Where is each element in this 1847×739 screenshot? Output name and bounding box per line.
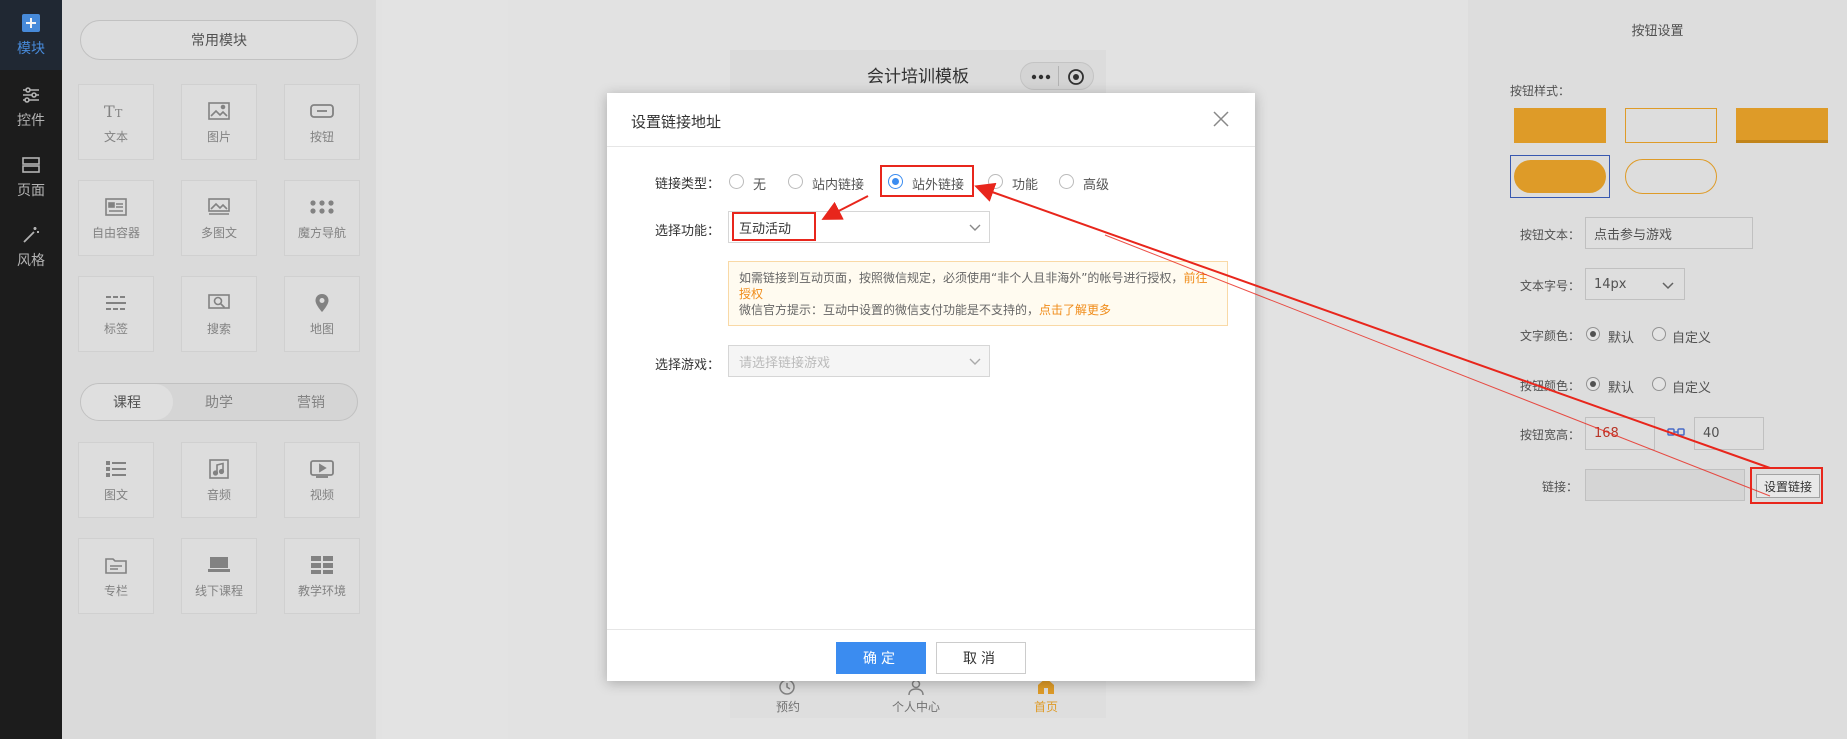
- type-internal-radio[interactable]: [788, 174, 803, 189]
- learn-more-link[interactable]: 点击了解更多: [1039, 303, 1111, 317]
- dialog-header: 设置链接地址: [607, 93, 1255, 147]
- game-label: 选择游戏：: [655, 358, 721, 373]
- confirm-button[interactable]: 确定: [836, 642, 926, 674]
- chevron-down-icon: [969, 355, 981, 365]
- type-function-radio[interactable]: [988, 174, 1003, 189]
- type-advanced-label: 高级: [1083, 178, 1110, 193]
- dialog-footer: 确定 取消: [607, 629, 1255, 681]
- type-internal-label: 站内链接: [812, 178, 865, 193]
- game-select[interactable]: 请选择链接游戏: [728, 345, 990, 377]
- function-label: 选择功能：: [655, 224, 721, 239]
- type-none-label: 无: [753, 178, 767, 193]
- annotation-box-function: [732, 212, 816, 241]
- type-none-radio[interactable]: [729, 174, 744, 189]
- annotation-box-set-link: [1750, 467, 1823, 504]
- chevron-down-icon: [969, 221, 981, 231]
- type-function-label: 功能: [1012, 178, 1039, 193]
- dialog-title: 设置链接地址: [631, 113, 722, 131]
- link-type-label: 链接类型：: [655, 177, 721, 192]
- cancel-button[interactable]: 取消: [936, 642, 1026, 674]
- authorization-notice: 如需链接到互动页面，按照微信规定，必须使用“非个人且非海外”的帐号进行授权，前往…: [728, 261, 1228, 326]
- annotation-box-external-link: [880, 165, 974, 197]
- close-icon[interactable]: [1211, 109, 1231, 129]
- type-advanced-radio[interactable]: [1059, 174, 1074, 189]
